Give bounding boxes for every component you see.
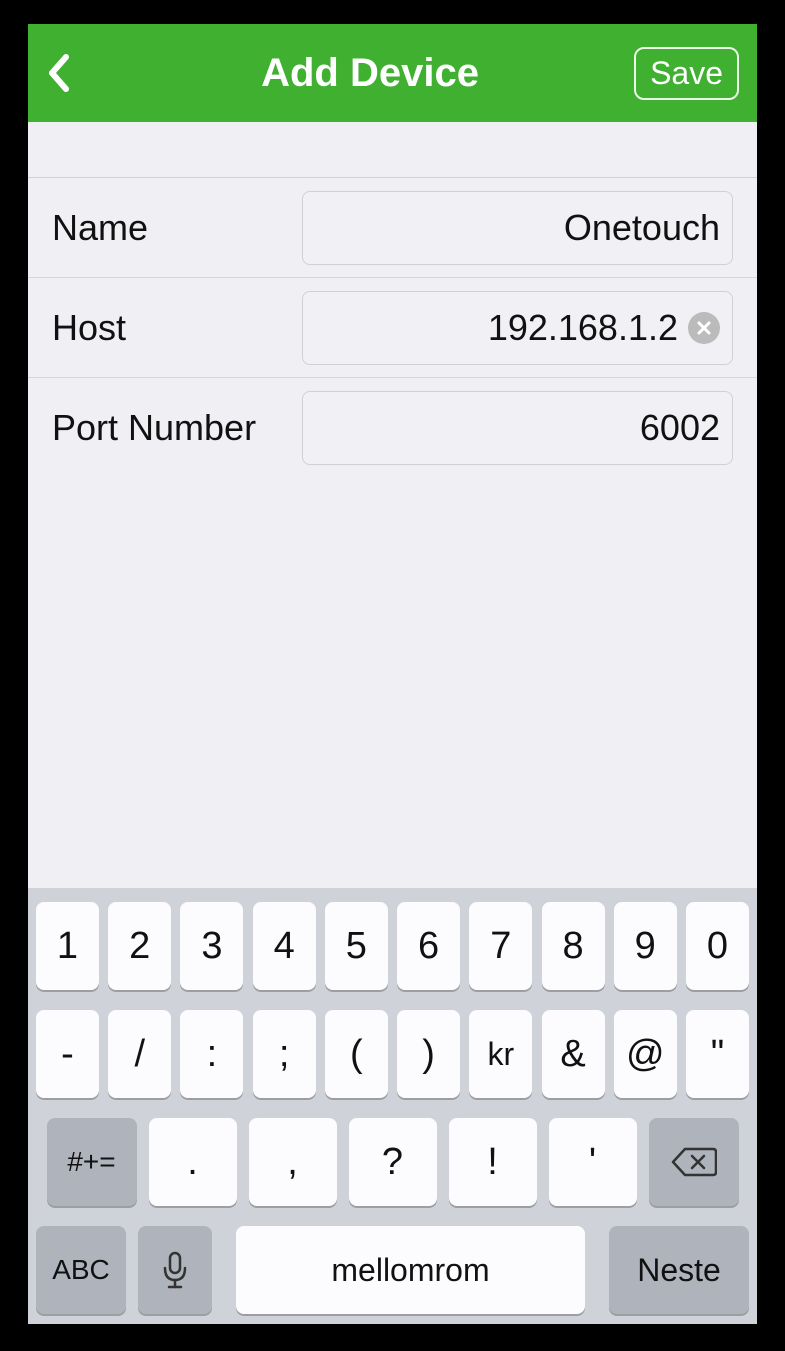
keyboard-row-3: #+= . , ? ! ' <box>36 1118 749 1206</box>
key-backspace[interactable] <box>649 1118 739 1206</box>
port-label: Port Number <box>52 407 302 449</box>
host-value[interactable]: 192.168.1.2 <box>319 307 678 349</box>
host-input[interactable]: 192.168.1.2 <box>302 291 733 365</box>
key-dash[interactable]: - <box>36 1010 99 1098</box>
key-2[interactable]: 2 <box>108 902 171 990</box>
close-icon <box>696 320 712 336</box>
key-rparen[interactable]: ) <box>397 1010 460 1098</box>
key-exclaim[interactable]: ! <box>449 1118 537 1206</box>
key-0[interactable]: 0 <box>686 902 749 990</box>
key-lparen[interactable]: ( <box>325 1010 388 1098</box>
key-6[interactable]: 6 <box>397 902 460 990</box>
back-button[interactable] <box>46 53 106 93</box>
key-9[interactable]: 9 <box>614 902 677 990</box>
key-space[interactable]: mellomrom <box>236 1226 585 1314</box>
key-next[interactable]: Neste <box>609 1226 749 1314</box>
key-5[interactable]: 5 <box>325 902 388 990</box>
keyboard-row-1: 1 2 3 4 5 6 7 8 9 0 <box>36 902 749 990</box>
key-quote[interactable]: " <box>686 1010 749 1098</box>
name-value[interactable]: Onetouch <box>319 207 720 249</box>
key-slash[interactable]: / <box>108 1010 171 1098</box>
microphone-icon <box>161 1250 189 1290</box>
key-kr[interactable]: kr <box>469 1010 532 1098</box>
key-colon[interactable]: : <box>180 1010 243 1098</box>
key-mic[interactable] <box>138 1226 212 1314</box>
port-input[interactable]: 6002 <box>302 391 733 465</box>
name-input[interactable]: Onetouch <box>302 191 733 265</box>
key-amp[interactable]: & <box>542 1010 605 1098</box>
name-label: Name <box>52 207 302 249</box>
row-name: Name Onetouch <box>28 178 757 278</box>
key-apostrophe[interactable]: ' <box>549 1118 637 1206</box>
row-host: Host 192.168.1.2 <box>28 278 757 378</box>
keyboard-row-2: - / : ; ( ) kr & @ " <box>36 1010 749 1098</box>
key-comma[interactable]: , <box>249 1118 337 1206</box>
key-at[interactable]: @ <box>614 1010 677 1098</box>
key-semicolon[interactable]: ; <box>253 1010 316 1098</box>
key-1[interactable]: 1 <box>36 902 99 990</box>
key-question[interactable]: ? <box>349 1118 437 1206</box>
row-port: Port Number 6002 <box>28 378 757 478</box>
form-spacer <box>28 122 757 178</box>
chevron-left-icon <box>46 53 72 93</box>
page-title: Add Device <box>106 51 634 96</box>
keyboard-row-4: ABC mellomrom Neste <box>36 1226 749 1314</box>
key-3[interactable]: 3 <box>180 902 243 990</box>
key-period[interactable]: . <box>149 1118 237 1206</box>
key-7[interactable]: 7 <box>469 902 532 990</box>
header-bar: Add Device Save <box>28 24 757 122</box>
host-label: Host <box>52 307 302 349</box>
key-symbols[interactable]: #+= <box>47 1118 137 1206</box>
key-4[interactable]: 4 <box>253 902 316 990</box>
form-area: Name Onetouch Host 192.168.1.2 Port Numb… <box>28 122 757 888</box>
key-8[interactable]: 8 <box>542 902 605 990</box>
clear-host-button[interactable] <box>688 312 720 344</box>
save-button[interactable]: Save <box>634 47 739 100</box>
keyboard: 1 2 3 4 5 6 7 8 9 0 - / : ; ( ) kr & @ "… <box>28 888 757 1324</box>
port-value[interactable]: 6002 <box>319 407 720 449</box>
backspace-icon <box>671 1146 717 1178</box>
app-screen: Add Device Save Name Onetouch Host 192.1… <box>28 24 757 1324</box>
key-abc[interactable]: ABC <box>36 1226 126 1314</box>
